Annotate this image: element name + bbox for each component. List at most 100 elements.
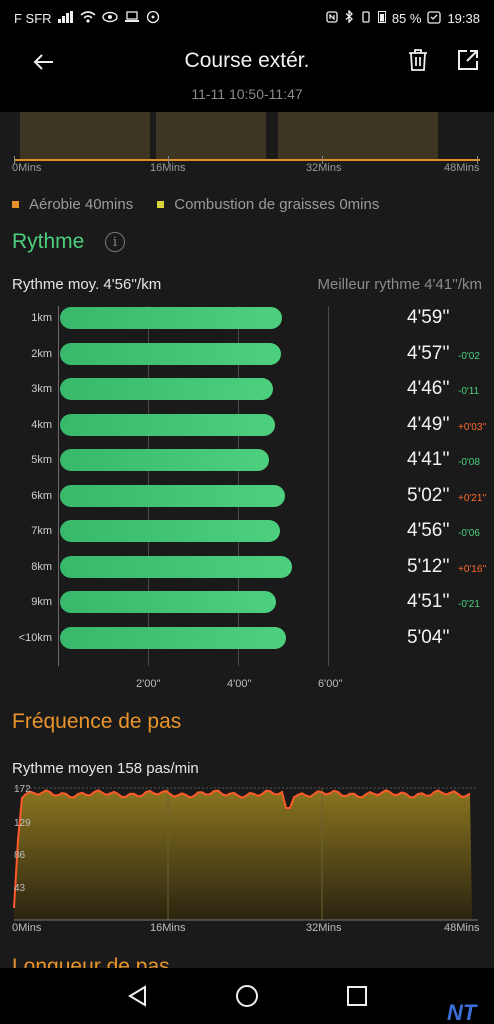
pace-x-label: 2'00'' <box>136 678 161 690</box>
pace-km-label: 2km <box>31 347 52 360</box>
eye-icon <box>101 11 118 26</box>
pace-km-label: 5km <box>31 454 52 466</box>
cadence-area <box>14 790 472 920</box>
zone-x-label: 16Mins <box>150 162 186 174</box>
square-recents-icon <box>347 986 367 1006</box>
nav-recents-button[interactable] <box>343 982 371 1010</box>
pace-bar <box>60 520 280 542</box>
pace-value: 5'12'' <box>407 555 450 577</box>
zone-bar <box>278 112 438 159</box>
pace-chart: 2'00'' 4'00'' 6'00'' 1km 4'59'' 2km 4'57'' -… <box>0 298 494 698</box>
legend-swatch-aerobic <box>12 201 19 208</box>
pace-km-label: <10km <box>18 631 52 644</box>
pace-value: 4'56'' <box>407 520 450 541</box>
circle-home-icon <box>236 985 258 1007</box>
cadence-y-label: 172 <box>14 784 31 795</box>
legend-fatburn: Combustion de graisses 0mins <box>174 196 380 213</box>
zone-x-label: 32Mins <box>306 162 342 174</box>
app-header: Course extér. 11-11 10:50-11:47 <box>0 36 494 112</box>
system-nav-bar <box>0 968 494 1024</box>
pace-value: 4'41'' <box>407 449 450 470</box>
pace-delta: +0'21'' <box>458 492 487 504</box>
clock: 19:38 <box>447 10 480 26</box>
cadence-x-label: 0Mins <box>12 922 42 932</box>
status-bar: F SFR 85 % 19:38 <box>0 0 494 36</box>
pace-delta: -0'11 <box>458 386 480 397</box>
vibrate-icon <box>360 10 372 26</box>
pace-delta: -0'02 <box>458 350 480 362</box>
zone-x-label: 0Mins <box>12 162 42 174</box>
pace-delta: +0'16'' <box>458 563 487 575</box>
pace-bar <box>60 378 273 400</box>
pace-km-label: 9km <box>31 596 52 608</box>
pace-km-label: 6km <box>31 489 52 502</box>
legend-swatch-fatburn <box>157 201 165 208</box>
pace-bar <box>60 413 275 436</box>
pace-bar <box>60 626 286 649</box>
pace-value: 4'51'' <box>407 591 450 612</box>
pace-bar <box>60 307 282 329</box>
activity-detail-content[interactable]: 0Mins 16Mins 32Mins 48Mins Aérobie 40min… <box>0 112 494 968</box>
nav-home-button[interactable] <box>233 982 261 1010</box>
trash-icon <box>409 49 427 71</box>
pace-value: 4'46'' <box>407 378 450 399</box>
battery-level: 85 % <box>391 10 422 26</box>
bluetooth-icon <box>344 9 354 26</box>
legend-aerobic: Aérobie 40mins <box>29 196 134 213</box>
wifi-icon <box>80 10 96 26</box>
cadence-y-label: 43 <box>14 883 26 894</box>
cadence-x-label: 48Mins <box>444 922 480 932</box>
pace-delta: -0'08 <box>458 457 480 468</box>
pace-bar <box>60 449 269 471</box>
nav-back-button[interactable] <box>124 982 152 1010</box>
signal-icon <box>57 10 74 26</box>
delete-button[interactable] <box>402 44 434 76</box>
cadence-x-label: 32Mins <box>306 922 342 932</box>
cadence-average: Rythme moyen 158 pas/min <box>12 760 199 777</box>
pace-value: 5'02'' <box>407 484 450 506</box>
pace-bar <box>60 342 281 365</box>
pace-km-label: 4km <box>31 418 52 431</box>
zone-bar <box>20 112 150 159</box>
laptop-icon <box>124 10 140 26</box>
pace-bar <box>60 484 285 507</box>
pace-value: 4'57'' <box>407 342 450 364</box>
pace-average: Rythme moy. 4'56''/km <box>12 276 162 293</box>
pace-km-label: 8km <box>31 560 52 573</box>
pace-axis-line <box>58 306 59 666</box>
pace-delta: +0'03'' <box>458 421 487 433</box>
alarm-icon <box>427 10 442 27</box>
stride-length-section-title: Longueur de pas <box>12 955 170 968</box>
info-icon[interactable]: i <box>105 232 125 252</box>
pace-value: 5'04'' <box>407 626 450 648</box>
pace-delta: -0'06 <box>458 528 480 539</box>
pace-value: 4'49'' <box>407 413 450 435</box>
pace-bar <box>60 555 292 578</box>
pace-value: 4'59'' <box>407 307 450 328</box>
cadence-chart: 172 129 86 43 0Mins 16Mins 32Mins 48Mins <box>12 784 480 932</box>
pace-x-label: 4'00'' <box>227 678 252 690</box>
cadence-y-label: 86 <box>14 850 26 861</box>
carrier-label: F SFR <box>14 10 52 26</box>
pace-section-title: Rythme <box>12 230 85 253</box>
zone-axis <box>14 159 480 161</box>
cadence-section-title: Fréquence de pas <box>12 710 182 733</box>
share-button[interactable] <box>452 44 484 76</box>
cadence-y-label: 129 <box>14 818 31 829</box>
zone-x-label: 48Mins <box>444 162 480 174</box>
activity-time-range: 11-11 10:50-11:47 <box>191 86 303 102</box>
pace-km-label: 1km <box>31 312 52 324</box>
zone-bar <box>156 112 266 159</box>
pace-bar <box>60 591 276 613</box>
watermark-logo: NT <box>447 1000 477 1024</box>
pace-best: Meilleur rythme 4'41''/km <box>317 276 482 293</box>
cadence-x-label: 16Mins <box>150 922 186 932</box>
zone-legend: Aérobie 40mins Combustion de graisses 0m… <box>12 196 379 213</box>
triangle-back-icon <box>128 985 146 1007</box>
pace-delta: -0'21 <box>458 599 480 610</box>
pace-gridline <box>328 306 329 666</box>
battery-icon <box>377 10 386 26</box>
pace-x-label: 6'00'' <box>318 678 343 690</box>
pace-km-label: 3km <box>31 383 52 395</box>
pace-km-label: 7km <box>31 525 52 537</box>
